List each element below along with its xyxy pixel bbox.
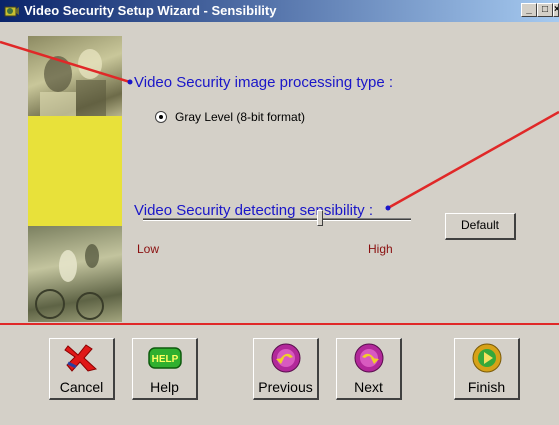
next-icon — [354, 343, 384, 373]
default-button[interactable]: Default — [445, 213, 516, 240]
cancel-button[interactable]: Cancel — [49, 338, 115, 400]
finish-icon — [472, 343, 502, 373]
close-button[interactable]: × — [553, 3, 559, 17]
slider-thumb[interactable] — [316, 210, 323, 226]
window-title: Video Security Setup Wizard - Sensibilit… — [24, 3, 277, 18]
maximize-button[interactable]: □ — [537, 3, 553, 17]
slider-track[interactable] — [143, 218, 411, 221]
radio-selected-indicator[interactable] — [155, 111, 167, 123]
sensibility-slider[interactable] — [143, 208, 411, 230]
help-icon: HELP — [148, 347, 182, 369]
help-icon-text: HELP — [152, 354, 179, 365]
next-label: Next — [354, 379, 383, 395]
next-button[interactable]: Next — [336, 338, 402, 400]
section-divider — [0, 323, 559, 325]
cyclists-photo — [28, 226, 122, 322]
finish-button[interactable]: Finish — [454, 338, 520, 400]
previous-button[interactable]: Previous — [253, 338, 319, 400]
wizard-side-image — [28, 36, 122, 322]
previous-icon — [271, 343, 301, 373]
help-button[interactable]: HELP Help — [132, 338, 198, 400]
minimize-button[interactable]: _ — [521, 3, 537, 17]
high-label: High — [368, 242, 393, 256]
previous-label: Previous — [258, 379, 313, 395]
gray-level-label[interactable]: Gray Level (8-bit format) — [175, 110, 305, 124]
children-photo — [28, 36, 122, 116]
cancel-x-icon — [64, 344, 98, 372]
help-label: Help — [150, 379, 179, 395]
camera-icon — [4, 6, 19, 17]
yellow-band — [28, 116, 122, 226]
cancel-label: Cancel — [59, 379, 104, 395]
wizard-window: Video Security Setup Wizard - Sensibilit… — [0, 0, 559, 425]
low-label: Low — [137, 242, 160, 256]
finish-label: Finish — [467, 379, 506, 395]
processing-type-label: Video Security image processing type : — [134, 74, 394, 91]
title-bar[interactable]: Video Security Setup Wizard - Sensibilit… — [0, 0, 559, 22]
